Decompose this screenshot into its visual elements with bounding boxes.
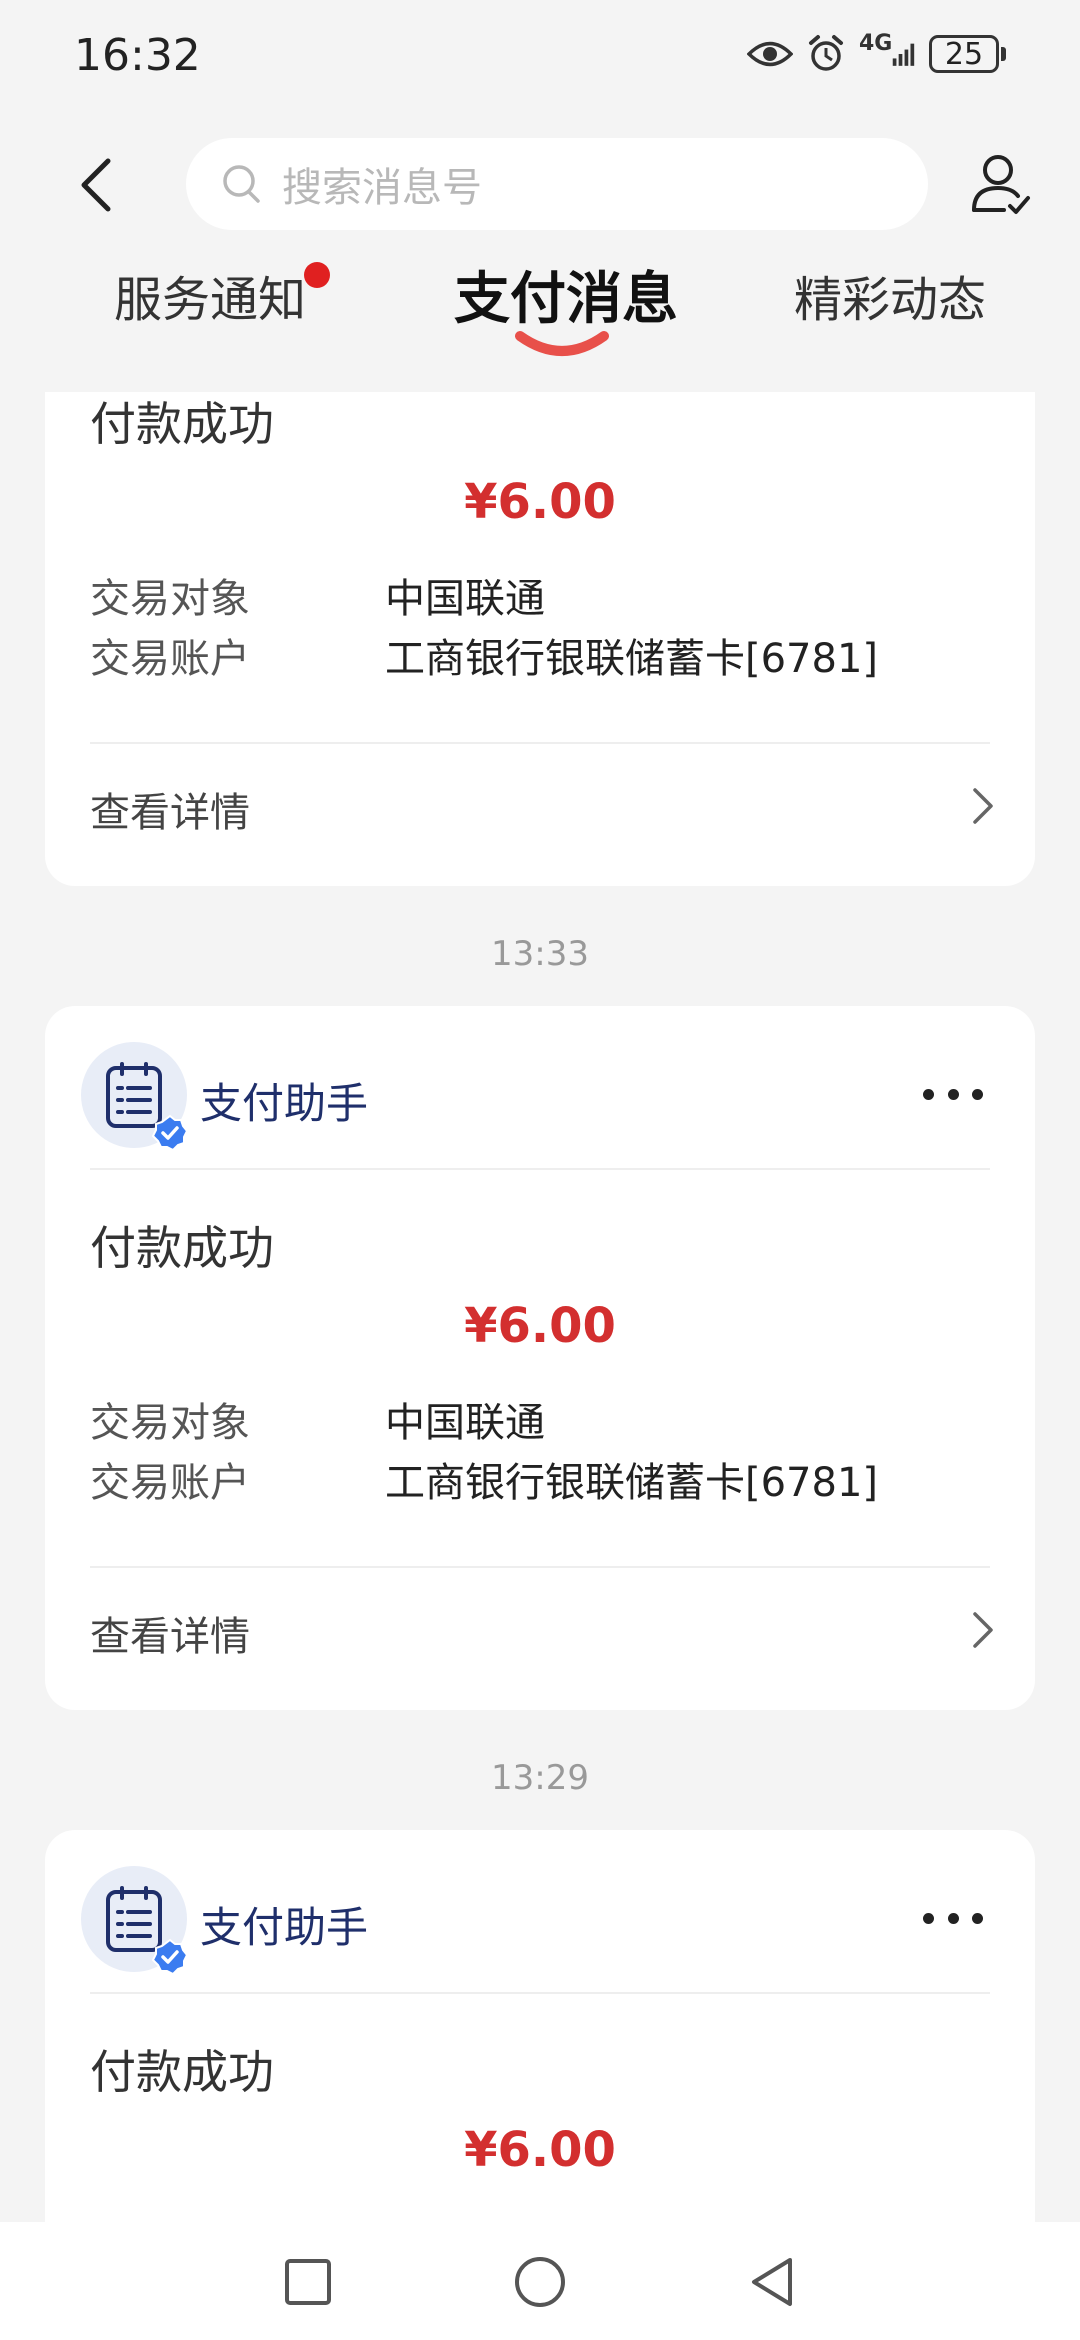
signal-icon: 4G	[859, 31, 919, 74]
divider	[90, 1168, 990, 1170]
account-label: 交易账户	[90, 1460, 250, 1506]
payment-message-card: 付款成功 ¥6.00 交易对象 中国联通 交易账户 工商银行银联储蓄卡[6781…	[45, 392, 1035, 886]
view-details-link[interactable]: 查看详情	[90, 1604, 250, 1662]
counterparty-label: 交易对象	[90, 576, 250, 622]
chevron-right-icon[interactable]	[967, 1608, 997, 1652]
message-timestamp: 13:29	[491, 1758, 589, 1798]
divider	[90, 1566, 990, 1568]
battery-icon: 25	[929, 35, 1006, 73]
system-navigation-bar	[0, 2222, 1080, 2340]
profile-button[interactable]	[968, 150, 1032, 220]
search-placeholder: 搜索消息号	[282, 165, 482, 211]
tab-label: 支付消息	[454, 267, 678, 332]
message-timestamp: 13:33	[491, 934, 589, 974]
battery-level: 25	[929, 35, 999, 73]
verified-badge-icon	[151, 1938, 189, 1976]
status-time: 16:32	[74, 30, 201, 81]
payment-amount: ¥6.00	[464, 1298, 616, 1354]
account-label: 交易账户	[90, 636, 250, 682]
message-title: 付款成功	[90, 397, 274, 451]
counterparty-label: 交易对象	[90, 1400, 250, 1446]
search-input[interactable]: 搜索消息号	[186, 138, 928, 230]
card-header: 支付助手	[45, 1830, 1035, 1994]
counterparty-value: 中国联通	[385, 1400, 545, 1446]
back-triangle-icon[interactable]	[742, 2252, 802, 2312]
payment-amount: ¥6.00	[464, 474, 616, 530]
more-options-icon[interactable]	[923, 1908, 983, 1928]
payment-message-card: 支付助手 付款成功 ¥6.00	[45, 1830, 1035, 2222]
network-type: 4G	[859, 31, 893, 56]
account-value: 工商银行银联储蓄卡[6781]	[385, 636, 879, 682]
recent-apps-icon[interactable]	[278, 2252, 338, 2312]
tab-payment-messages[interactable]: 支付消息	[454, 254, 678, 335]
unread-badge	[304, 262, 331, 288]
sender-name[interactable]: 支付助手	[200, 1070, 368, 1131]
message-feed[interactable]: 付款成功 ¥6.00 交易对象 中国联通 交易账户 工商银行银联储蓄卡[6781…	[0, 392, 1080, 2222]
view-details-link[interactable]: 查看详情	[90, 780, 250, 838]
divider	[90, 1992, 990, 1994]
message-title: 付款成功	[90, 2045, 274, 2099]
chevron-left-icon	[81, 158, 111, 212]
status-icons: 4G 25	[747, 31, 1006, 74]
eye-icon	[747, 34, 793, 74]
active-tab-indicator	[515, 331, 609, 356]
tab-label: 精彩动态	[794, 272, 987, 328]
tab-bar: 服务通知 支付消息 精彩动态	[0, 250, 1080, 360]
search-icon	[223, 165, 260, 203]
payment-amount: ¥6.00	[464, 2122, 616, 2178]
person-check-icon	[972, 155, 1030, 214]
message-title: 付款成功	[90, 1221, 274, 1275]
counterparty-value: 中国联通	[385, 576, 545, 622]
account-value: 工商银行银联储蓄卡[6781]	[385, 1460, 879, 1506]
back-button[interactable]	[76, 150, 132, 220]
tab-highlights[interactable]: 精彩动态	[794, 260, 986, 330]
status-bar: 16:32 4G 25	[0, 0, 1080, 120]
chevron-right-icon[interactable]	[967, 784, 997, 828]
home-icon[interactable]	[510, 2252, 570, 2312]
sender-name[interactable]: 支付助手	[200, 1894, 368, 1955]
card-header: 支付助手	[45, 1006, 1035, 1170]
divider	[90, 742, 990, 744]
verified-badge-icon	[151, 1114, 189, 1152]
more-options-icon[interactable]	[923, 1084, 983, 1104]
payment-message-card: 支付助手 付款成功 ¥6.00 交易对象 中国联通 交易账户 工商银行银联储蓄卡…	[45, 1006, 1035, 1710]
alarm-icon	[803, 34, 849, 74]
tab-service-notice[interactable]: 服务通知	[114, 260, 331, 330]
tab-label: 服务通知	[114, 272, 307, 328]
